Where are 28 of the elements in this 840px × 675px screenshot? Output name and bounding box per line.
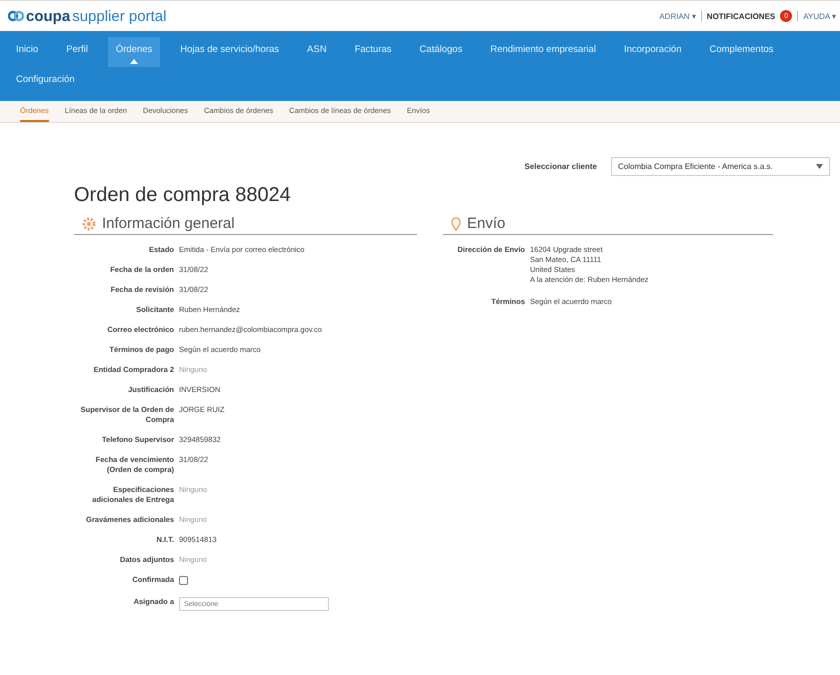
nav-tab[interactable]: Complementos <box>702 37 782 67</box>
caret-icon <box>130 59 138 64</box>
nav-tab[interactable]: Configuración <box>8 67 83 97</box>
nav-tab[interactable]: ASN <box>299 37 335 67</box>
nav-tab[interactable]: Hojas de servicio/horas <box>172 37 288 67</box>
nav-tab[interactable]: Rendimiento empresarial <box>482 37 604 67</box>
logo-text: supplier portal <box>72 8 166 24</box>
logo-brand: coupa <box>26 8 70 24</box>
nav-tab[interactable]: Incorporación <box>616 37 690 67</box>
nav-tab[interactable]: Perfil <box>58 37 96 67</box>
pin-icon <box>451 216 461 230</box>
customer-select[interactable]: Colombia Compra Eficiente - America s.a.s. <box>611 157 830 176</box>
select-customer-label: Seleccionar cliente <box>524 162 597 171</box>
checkbox[interactable] <box>179 576 188 585</box>
user-menu[interactable]: ADRIAN ▾ <box>659 12 696 20</box>
section-heading: Información general <box>102 215 235 232</box>
notifications-link[interactable]: NOTIFICACIONES <box>706 12 776 20</box>
help-menu[interactable]: AYUDA ▾ <box>803 12 836 20</box>
gear-icon <box>82 216 96 230</box>
nav-tab[interactable]: Inicio <box>8 37 46 67</box>
dropdown-caret-icon <box>816 164 823 169</box>
logo[interactable]: coupasupplier portal <box>8 8 166 24</box>
nav-tab[interactable]: Facturas <box>346 37 400 67</box>
nav-tab[interactable]: Catálogos <box>412 37 470 67</box>
page-title: Orden de compra 88024 <box>74 184 292 207</box>
logo-icon <box>8 9 24 23</box>
nav-tab[interactable]: Órdenes <box>108 37 160 67</box>
section-heading: Envío <box>467 215 506 232</box>
